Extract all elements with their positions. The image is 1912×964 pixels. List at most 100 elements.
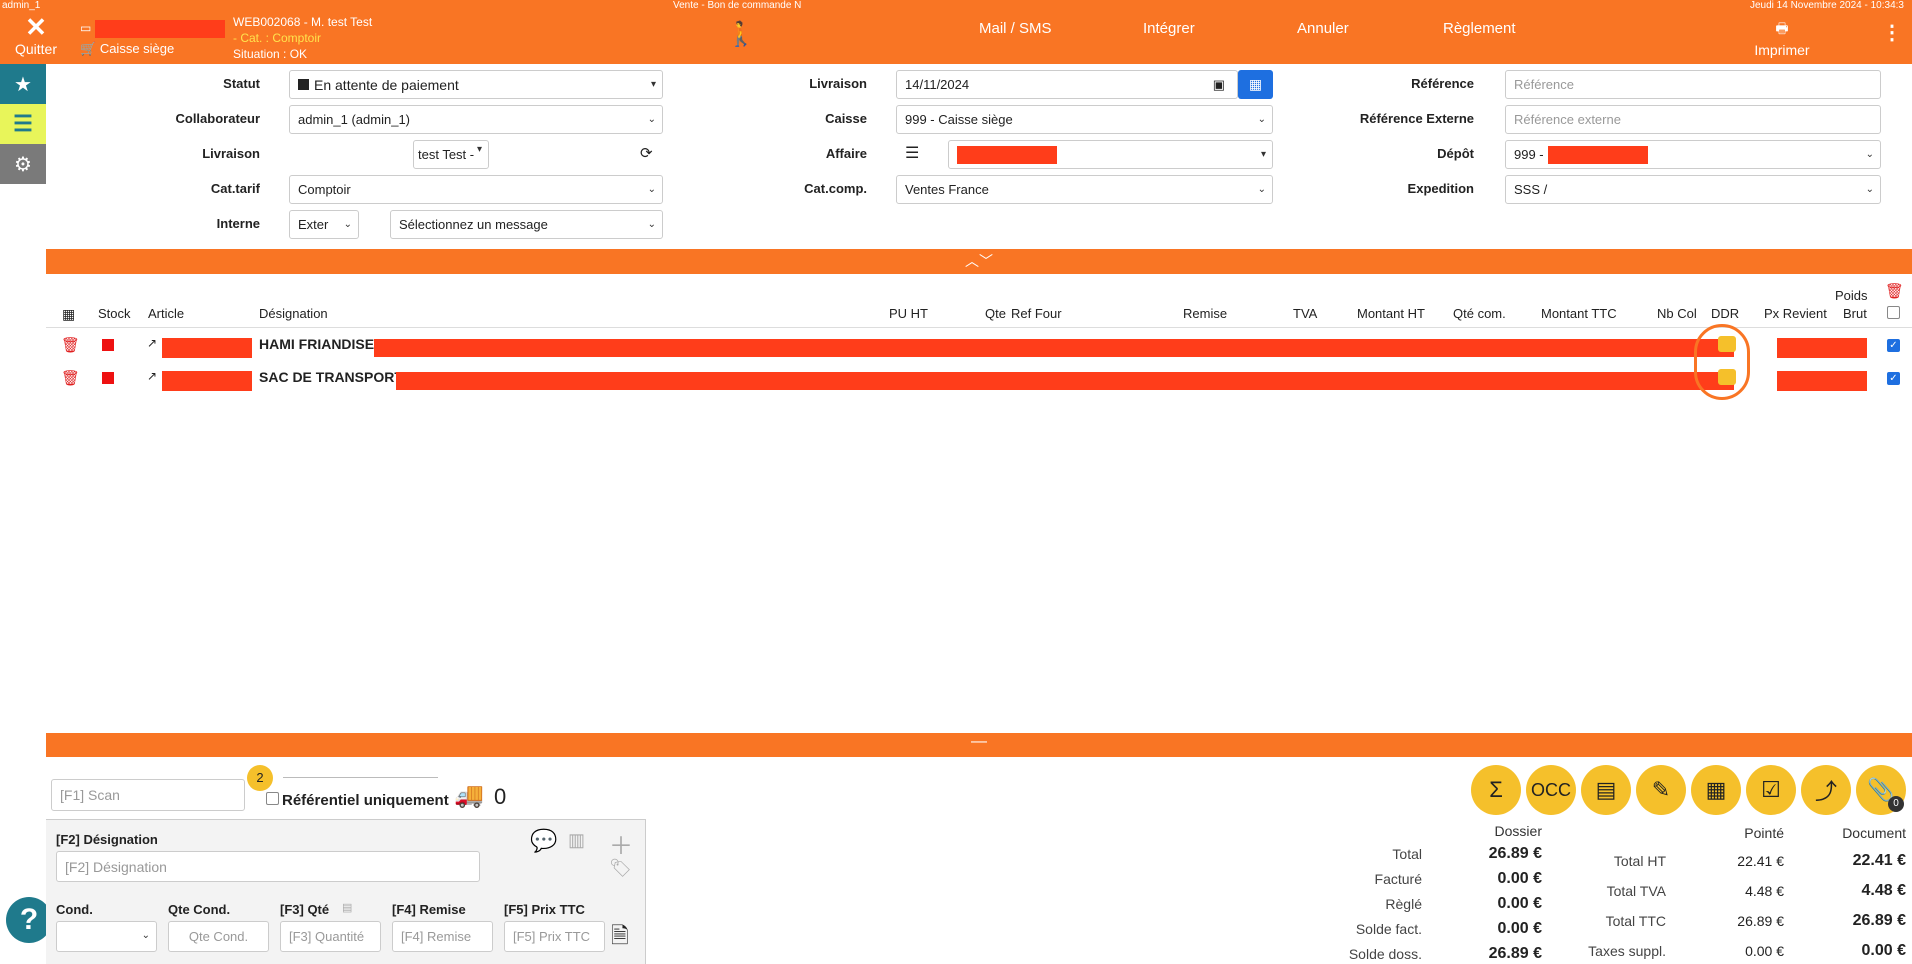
delete-all-trash-icon[interactable]: 🗑 xyxy=(1885,282,1904,300)
table-row[interactable]: 🗑 ↗ SAC DE TRANSPORT ✓ xyxy=(46,364,1912,396)
window-title: Vente - Bon de commande N xyxy=(673,0,802,11)
doc-ref: WEB002068 - M. test Test xyxy=(233,15,373,29)
expedition-label: Expedition xyxy=(1407,181,1474,196)
sum-button[interactable]: Σ xyxy=(1471,765,1521,815)
truck-icon[interactable]: 🚚 xyxy=(454,781,484,810)
caisse-link[interactable]: 🛒 Caisse siège xyxy=(80,41,174,57)
person-icon[interactable]: 🚶 xyxy=(726,20,756,49)
annuler-button[interactable]: Annuler xyxy=(1297,20,1349,37)
transfer-button[interactable]: ⤴ xyxy=(1801,765,1851,815)
trash-icon[interactable]: 🗑 xyxy=(61,336,80,354)
livraison-select[interactable]: test Test - ▾ xyxy=(413,140,489,169)
menu-icon[interactable]: ☰ xyxy=(0,104,46,144)
gear-icon[interactable]: ⚙ xyxy=(0,144,46,184)
tag-icon[interactable]: 🏷 xyxy=(609,858,632,879)
qtecond-input[interactable]: Qte Cond. xyxy=(168,921,269,952)
external-link-icon[interactable]: ↗ xyxy=(147,369,157,383)
row-checkbox[interactable]: ✓ xyxy=(1887,372,1900,385)
collapse-bar[interactable]: ︿﹀ xyxy=(46,249,1912,274)
regle-label: Règlé xyxy=(1385,896,1422,912)
remise-placeholder: [F4] Remise xyxy=(401,929,472,944)
grid-icon[interactable]: ▦ xyxy=(62,306,75,323)
statut-select[interactable]: En attente de paiement ▾ xyxy=(289,70,663,99)
checklist-button[interactable]: ☑ xyxy=(1746,765,1796,815)
livraison-date-label: Livraison xyxy=(809,76,867,91)
trash-icon[interactable]: 🗑 xyxy=(61,369,80,387)
quit-button[interactable]: ✕ Quitter xyxy=(12,14,60,57)
edit-button[interactable]: ✎ xyxy=(1636,765,1686,815)
qte-input[interactable]: [F3] Quantité xyxy=(280,921,381,952)
referentiel-label: Référentiel uniquement xyxy=(282,792,449,809)
designation-input[interactable]: [F2] Désignation xyxy=(56,851,480,882)
refresh-icon[interactable]: ⟳ xyxy=(640,144,653,162)
totalttc-pointe: 26.89 € xyxy=(1737,913,1784,929)
attachment-button[interactable]: 📎 0 xyxy=(1856,765,1906,815)
statut-value: En attente de paiement xyxy=(314,76,459,93)
chevron-down-icon: ⌄ xyxy=(1865,184,1874,195)
calculator-button[interactable]: ▤ xyxy=(1581,765,1631,815)
refext-input[interactable]: Référence externe xyxy=(1505,105,1881,134)
col-remise: Remise xyxy=(1183,306,1228,321)
external-link-icon[interactable]: ↗ xyxy=(147,336,157,350)
reference-input[interactable]: Référence xyxy=(1505,70,1881,99)
referentiel-checkbox[interactable] xyxy=(266,792,279,805)
calendar-button[interactable]: ▦ xyxy=(1238,70,1273,99)
chevron-down-icon: ⌄ xyxy=(1257,114,1266,125)
user-box[interactable]: ▭ xyxy=(80,20,225,38)
caisse-select[interactable]: 999 - Caisse siège ⌄ xyxy=(896,105,1273,134)
row-checkbox[interactable]: ✓ xyxy=(1887,339,1900,352)
stock-icon[interactable]: ▤ xyxy=(342,901,352,914)
qte-label: [F3] Qté xyxy=(280,902,330,917)
totalht-document: 22.41 € xyxy=(1852,852,1906,869)
panel-divider xyxy=(645,819,646,964)
soldedoss-value: 26.89 € xyxy=(1488,945,1542,962)
catcomp-select[interactable]: Ventes France ⌄ xyxy=(896,175,1273,204)
expand-collapse-icon: ︿﹀ xyxy=(965,253,993,269)
favorites-star-icon[interactable]: ★ xyxy=(0,64,46,104)
list-icon[interactable]: ☰ xyxy=(905,143,919,163)
divider xyxy=(283,777,438,778)
redacted xyxy=(1547,145,1648,164)
affaire-select[interactable]: ▾ xyxy=(948,140,1273,169)
calendar-button[interactable]: ▦ xyxy=(1691,765,1741,815)
resize-bar[interactable]: — xyxy=(46,733,1912,757)
cattarif-select[interactable]: Comptoir ⌄ xyxy=(289,175,663,204)
remise-label: [F4] Remise xyxy=(392,902,466,917)
collaborateur-select[interactable]: admin_1 (admin_1) ⌄ xyxy=(289,105,663,134)
redacted-row-data xyxy=(374,339,1734,357)
message-select[interactable]: Sélectionnez un message ⌄ xyxy=(390,210,663,239)
more-menu-icon[interactable]: ⋮ xyxy=(1882,20,1902,45)
comment-icon[interactable]: 💬 xyxy=(530,828,557,854)
mail-sms-button[interactable]: Mail / SMS xyxy=(979,20,1052,37)
cond-select[interactable]: ⌄ xyxy=(56,921,157,952)
document-check-icon[interactable]: 🗎 xyxy=(611,919,629,957)
plus-icon[interactable]: ＋ xyxy=(609,826,633,861)
print-button[interactable]: 🖶 Imprimer xyxy=(1750,18,1814,58)
livraison-date-input[interactable]: 14/11/2024 ▣ xyxy=(896,70,1238,99)
integrer-button[interactable]: Intégrer xyxy=(1143,20,1195,37)
livraison-value: test Test - xyxy=(418,147,475,162)
table-row[interactable]: 🗑 ↗ HAMI FRIANDISE ✓ xyxy=(46,331,1912,363)
occ-button[interactable]: OCC xyxy=(1526,765,1576,815)
prix-input[interactable]: [F5] Prix TTC xyxy=(504,921,605,952)
taxes-label: Taxes suppl. xyxy=(1588,943,1666,959)
reglement-button[interactable]: Règlement xyxy=(1443,20,1516,37)
select-all-checkbox[interactable] xyxy=(1887,306,1900,319)
collaborateur-value: admin_1 (admin_1) xyxy=(298,112,411,127)
scan-input[interactable]: [F1] Scan xyxy=(51,779,245,811)
remise-input[interactable]: [F4] Remise xyxy=(392,921,493,952)
count-badge: 2 xyxy=(247,765,273,791)
expedition-select[interactable]: SSS / ⌄ xyxy=(1505,175,1881,204)
caisse-label: Caisse xyxy=(825,111,867,126)
chevron-down-icon: ▾ xyxy=(650,79,656,90)
refext-label: Référence Externe xyxy=(1359,111,1474,126)
barcode-icon[interactable]: ▥ xyxy=(568,830,585,851)
regle-value: 0.00 € xyxy=(1497,895,1542,912)
sigma-icon: Σ xyxy=(1489,777,1503,802)
interne-select[interactable]: Exter ⌄ xyxy=(289,210,359,239)
reference-label: Référence xyxy=(1411,76,1474,91)
redacted-row-data xyxy=(396,372,1734,390)
facture-value: 0.00 € xyxy=(1497,870,1542,887)
catcomp-value: Ventes France xyxy=(905,182,989,197)
depot-select[interactable]: 999 - ⌄ xyxy=(1505,140,1881,169)
